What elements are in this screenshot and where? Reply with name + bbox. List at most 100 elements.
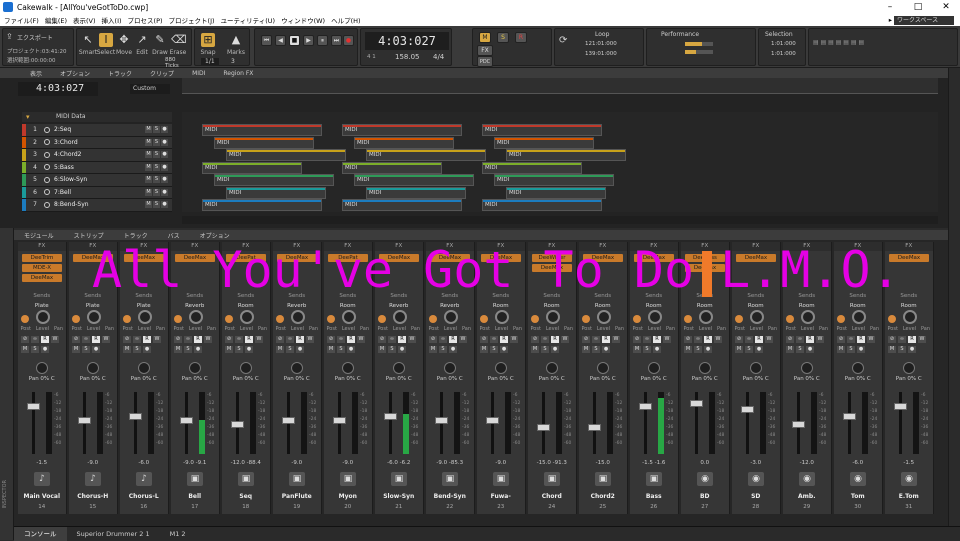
strip-track-name[interactable]: Bell bbox=[171, 493, 219, 500]
send-level-knob[interactable] bbox=[852, 310, 866, 324]
track-mute-button[interactable]: M bbox=[145, 176, 152, 184]
write-automation-button[interactable]: W bbox=[663, 336, 671, 343]
instrument-icon[interactable]: ▣ bbox=[340, 472, 356, 486]
instrument-icon[interactable]: ▣ bbox=[595, 472, 611, 486]
tv-menu-clip[interactable]: クリップ bbox=[150, 69, 174, 78]
instrument-icon[interactable]: ▣ bbox=[391, 472, 407, 486]
menu-utilities[interactable]: ユーティリティ(U) bbox=[221, 15, 276, 25]
send-level-knob[interactable] bbox=[393, 310, 407, 324]
inspector-tab[interactable]: INSPECTOR bbox=[2, 480, 12, 509]
fx-global-button[interactable]: FX bbox=[477, 45, 493, 56]
instrument-icon[interactable]: ◉ bbox=[697, 472, 713, 486]
phase-button[interactable]: ⊘ bbox=[21, 336, 29, 343]
write-automation-button[interactable]: W bbox=[612, 336, 620, 343]
track-arm-button[interactable]: ● bbox=[161, 188, 168, 196]
volume-fader[interactable] bbox=[333, 416, 346, 424]
track-name[interactable]: 3:Chord bbox=[54, 139, 114, 146]
pan-knob[interactable] bbox=[240, 362, 252, 374]
mute-button[interactable]: M bbox=[225, 346, 233, 353]
read-automation-button[interactable]: R bbox=[602, 336, 610, 343]
instrument-icon[interactable]: ◉ bbox=[901, 472, 917, 486]
instrument-icon[interactable]: ♪ bbox=[136, 472, 152, 486]
mute-button[interactable]: M bbox=[429, 346, 437, 353]
menu-file[interactable]: ファイル(F) bbox=[4, 15, 39, 25]
record-arm-button[interactable]: ● bbox=[653, 346, 661, 353]
read-automation-button[interactable]: R bbox=[806, 336, 814, 343]
draw-tool-icon[interactable]: ✎ bbox=[153, 33, 167, 47]
track-arm-button[interactable]: ● bbox=[161, 176, 168, 184]
instrument-icon[interactable]: ♪ bbox=[34, 472, 50, 486]
instrument-icon[interactable]: ♪ bbox=[85, 472, 101, 486]
send-level-knob[interactable] bbox=[291, 310, 305, 324]
send-level-knob[interactable] bbox=[138, 310, 152, 324]
read-automation-button[interactable]: R bbox=[143, 336, 151, 343]
mute-button[interactable]: M bbox=[378, 346, 386, 353]
send-level-knob[interactable] bbox=[648, 310, 662, 324]
send-level-knob[interactable] bbox=[801, 310, 815, 324]
record-arm-global-button[interactable]: R bbox=[515, 32, 527, 43]
instrument-icon[interactable]: ▣ bbox=[289, 472, 305, 486]
interleave-button[interactable]: ∞ bbox=[745, 336, 753, 343]
write-automation-button[interactable]: W bbox=[816, 336, 824, 343]
pan-knob[interactable] bbox=[495, 362, 507, 374]
solo-button[interactable]: S bbox=[847, 346, 855, 353]
tab-m1[interactable]: M1 2 bbox=[160, 527, 196, 541]
track-arm-button[interactable]: ● bbox=[161, 151, 168, 159]
interleave-button[interactable]: ∞ bbox=[898, 336, 906, 343]
export-button[interactable]: エクスポート bbox=[17, 33, 53, 42]
send-enable-icon[interactable] bbox=[21, 315, 29, 323]
track-name[interactable]: 7:Bell bbox=[54, 189, 114, 196]
send-level-knob[interactable] bbox=[903, 310, 917, 324]
phase-button[interactable]: ⊘ bbox=[735, 336, 743, 343]
midi-clip[interactable]: MIDI bbox=[482, 199, 602, 211]
fx-slot[interactable]: DeeTrim bbox=[22, 254, 62, 262]
write-automation-button[interactable]: W bbox=[255, 336, 263, 343]
midi-clip[interactable]: MIDI bbox=[214, 136, 314, 149]
read-automation-button[interactable]: R bbox=[551, 336, 559, 343]
close-icon[interactable]: ✕ bbox=[932, 2, 960, 12]
tv-menu-options[interactable]: オプション bbox=[60, 69, 90, 78]
volume-fader[interactable] bbox=[282, 416, 295, 424]
track-solo-button[interactable]: S bbox=[153, 126, 160, 134]
mute-button[interactable]: M bbox=[735, 346, 743, 353]
send-enable-icon[interactable] bbox=[633, 315, 641, 323]
midi-clip[interactable]: MIDI bbox=[482, 124, 602, 136]
tab-console[interactable]: コンソール bbox=[14, 526, 67, 541]
instrument-icon[interactable]: ▣ bbox=[544, 472, 560, 486]
volume-fader[interactable] bbox=[792, 420, 805, 428]
mute-button[interactable]: M bbox=[123, 346, 131, 353]
strip-track-name[interactable]: Fuwa- bbox=[477, 493, 525, 500]
meter-value[interactable]: 4/4 bbox=[433, 53, 444, 61]
send-enable-icon[interactable] bbox=[174, 315, 182, 323]
track-row[interactable]: 1 2:Seq M S ● bbox=[22, 124, 172, 137]
volume-fader[interactable] bbox=[27, 403, 40, 410]
send-level-knob[interactable] bbox=[546, 310, 560, 324]
phase-button[interactable]: ⊘ bbox=[72, 336, 80, 343]
instrument-icon[interactable]: ▣ bbox=[187, 472, 203, 486]
track-arm-button[interactable]: ● bbox=[161, 126, 168, 134]
solo-button[interactable]: S bbox=[643, 346, 651, 353]
track-row[interactable]: 4 5:Bass M S ● bbox=[22, 161, 172, 174]
midi-clip[interactable]: MIDI bbox=[342, 161, 442, 174]
send-enable-icon[interactable] bbox=[684, 315, 692, 323]
write-automation-button[interactable]: W bbox=[153, 336, 161, 343]
interleave-button[interactable]: ∞ bbox=[694, 336, 702, 343]
strip-track-name[interactable]: Bass bbox=[630, 493, 678, 500]
timeline-ruler[interactable] bbox=[182, 78, 938, 94]
read-automation-button[interactable]: R bbox=[857, 336, 865, 343]
send-level-knob[interactable] bbox=[699, 310, 713, 324]
send-enable-icon[interactable] bbox=[276, 315, 284, 323]
volume-fader[interactable] bbox=[639, 403, 652, 410]
strip-track-name[interactable]: BD bbox=[681, 493, 729, 500]
mute-button[interactable]: M bbox=[633, 346, 641, 353]
strip-track-name[interactable]: Amb. bbox=[783, 493, 831, 500]
track-solo-button[interactable]: S bbox=[153, 176, 160, 184]
pan-knob[interactable] bbox=[342, 362, 354, 374]
solo-button[interactable]: S bbox=[184, 346, 192, 353]
track-solo-button[interactable]: S bbox=[153, 201, 160, 209]
pan-knob[interactable] bbox=[393, 362, 405, 374]
menu-help[interactable]: ヘルプ(H) bbox=[331, 15, 360, 25]
volume-fader[interactable] bbox=[384, 412, 397, 420]
solo-button[interactable]: S bbox=[898, 346, 906, 353]
interleave-button[interactable]: ∞ bbox=[643, 336, 651, 343]
